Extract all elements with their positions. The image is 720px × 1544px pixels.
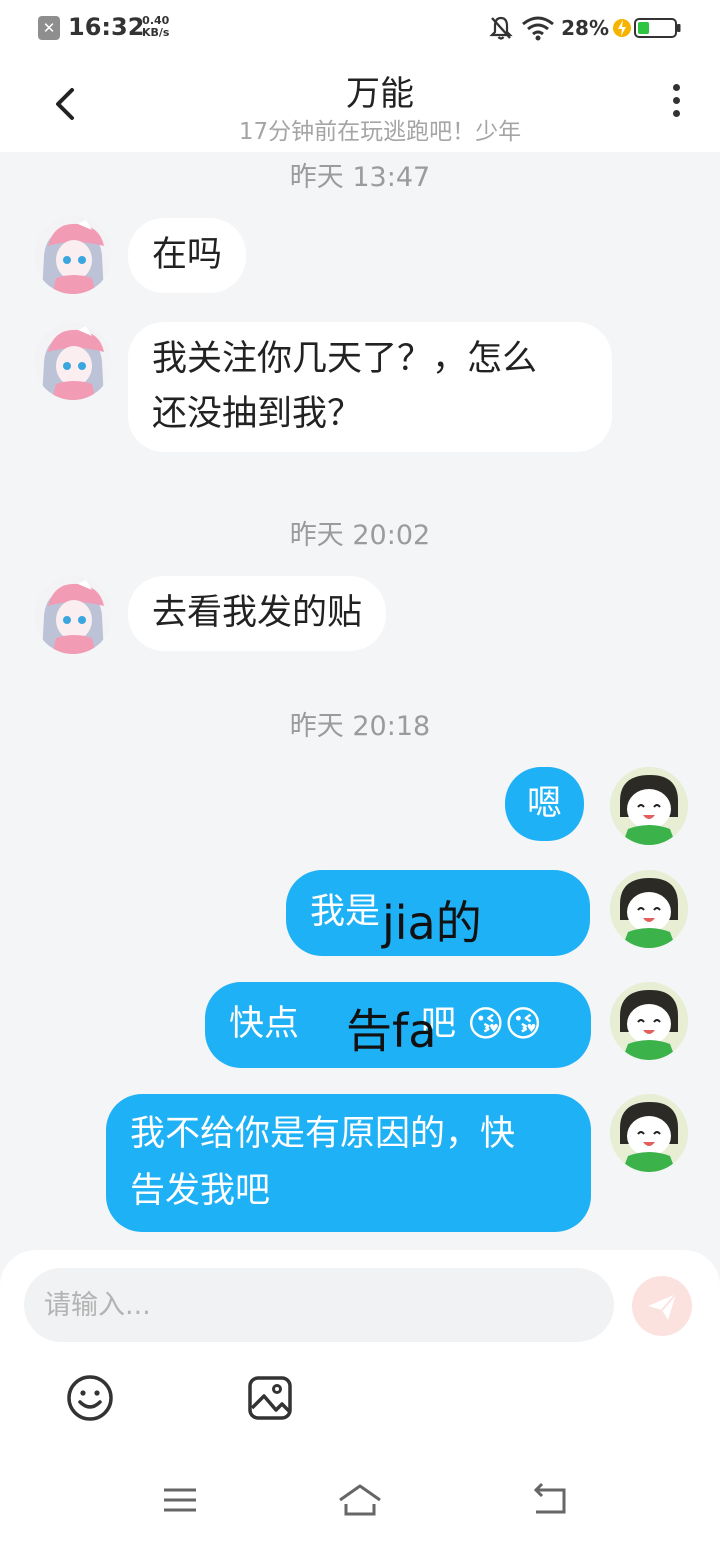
message-text: 告发我吧	[130, 1171, 271, 1211]
message-text: 快点	[229, 1004, 300, 1044]
message-input[interactable]	[24, 1268, 614, 1342]
charging-icon	[613, 19, 631, 37]
contact-status: 17分钟前在玩逃跑吧！少年	[238, 119, 522, 145]
home-icon	[339, 1484, 381, 1516]
more-options-button[interactable]	[662, 84, 690, 124]
message-text: 我关注你几天了？，怎么	[152, 339, 538, 379]
message-timestamp: 昨天 20:18	[289, 711, 431, 742]
wifi-icon	[522, 16, 555, 41]
network-speed: 0.40 KB/s	[142, 15, 169, 39]
status-time: 16:32	[68, 13, 145, 41]
outgoing-message[interactable]: 我不给你是有原因的，快 告发我吧	[106, 1094, 591, 1232]
system-nav-bar	[0, 1460, 720, 1544]
message-text: 去看我发的贴	[152, 593, 363, 633]
outgoing-message[interactable]: 嗯	[505, 767, 585, 841]
message-text: 我不给你是有原因的，快	[130, 1114, 516, 1154]
my-avatar[interactable]	[610, 767, 688, 845]
message-text: 在吗	[152, 235, 223, 275]
my-avatar[interactable]	[610, 870, 688, 948]
status-bar: ✕ 16:32 0.40 KB/s 28%	[0, 0, 720, 56]
kiss-emoji-icon: 😘😘	[467, 1004, 543, 1045]
incoming-message[interactable]: 我关注你几天了？，怎么 还没抽到我？	[128, 322, 612, 452]
send-icon	[648, 1293, 677, 1320]
smiley-icon	[67, 1375, 113, 1421]
nav-menu-button[interactable]	[156, 1480, 204, 1520]
incoming-message[interactable]: 去看我发的贴	[128, 576, 387, 651]
nav-back-button[interactable]	[526, 1480, 574, 1520]
my-avatar[interactable]	[610, 1094, 688, 1172]
send-button[interactable]	[632, 1276, 692, 1336]
contact-avatar[interactable]	[34, 216, 112, 294]
menu-icon	[164, 1488, 196, 1512]
contact-avatar[interactable]	[34, 576, 112, 654]
image-button[interactable]	[246, 1374, 294, 1422]
image-icon	[248, 1376, 292, 1420]
more-dot	[672, 110, 680, 117]
message-timestamp: 昨天 13:47	[289, 162, 431, 193]
handwritten-overlay: 告fa	[346, 1004, 437, 1058]
message-text: 还没抽到我？	[152, 394, 363, 434]
status-icons: 28%	[489, 14, 682, 42]
chat-header: 万能 17分钟前在玩逃跑吧！少年	[0, 56, 720, 152]
handwritten-overlay: jia的	[382, 896, 482, 950]
my-avatar[interactable]	[610, 982, 688, 1060]
message-text: 嗯	[527, 784, 563, 824]
more-dot	[672, 84, 680, 91]
incoming-message[interactable]: 在吗	[128, 218, 247, 293]
message-timestamp: 昨天 20:02	[289, 520, 431, 551]
contact-name: 万能	[346, 74, 414, 114]
emoji-button[interactable]	[66, 1374, 114, 1422]
chat-screen: ✕ 16:32 0.40 KB/s 28% 万能 17分钟前在玩逃跑吧！少年 昨…	[0, 0, 720, 1544]
battery-percent: 28%	[561, 16, 609, 40]
battery-icon	[634, 18, 681, 38]
mute-bell-icon	[489, 16, 513, 40]
network-speed-unit: KB/s	[142, 26, 170, 39]
nav-home-button[interactable]	[336, 1480, 384, 1520]
contact-avatar[interactable]	[34, 322, 112, 400]
back-arrow-icon	[533, 1482, 566, 1514]
more-dot	[672, 97, 680, 104]
notification-icon: ✕	[38, 16, 60, 40]
